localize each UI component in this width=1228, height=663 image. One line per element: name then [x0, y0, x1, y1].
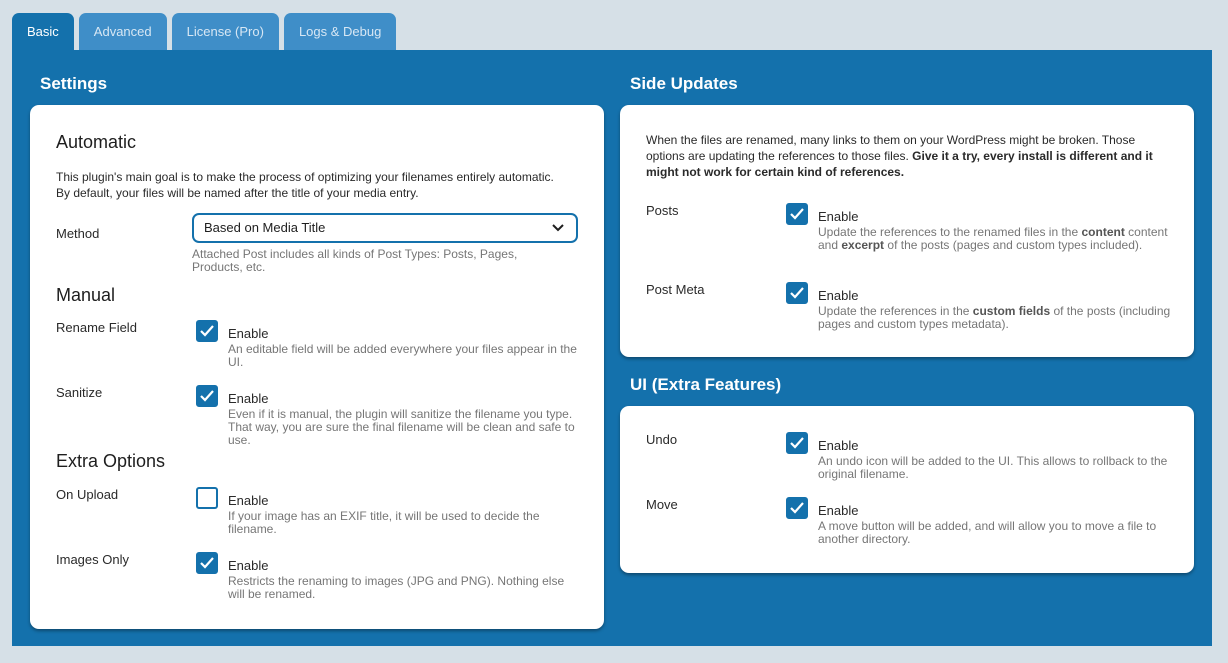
undo-help: An undo icon will be added to the UI. Th…	[818, 454, 1168, 481]
images-only-checkbox[interactable]	[196, 552, 218, 574]
method-select[interactable]: Based on Media Title	[192, 213, 578, 243]
move-enable-label[interactable]: Enable	[818, 503, 858, 518]
method-label: Method	[56, 226, 100, 241]
rename-field-enable-label[interactable]: Enable	[228, 326, 268, 341]
method-select-value: Based on Media Title	[204, 220, 326, 235]
tab-basic[interactable]: Basic	[12, 13, 74, 50]
settings-title: Settings	[40, 74, 108, 93]
side-updates-intro: When the files are renamed, many links t…	[646, 132, 1171, 180]
automatic-heading: Automatic	[56, 132, 137, 152]
check-icon	[200, 390, 214, 402]
post-meta-checkbox[interactable]	[786, 282, 808, 304]
check-icon	[790, 287, 804, 299]
ui-extra-card: Undo Enable An undo icon will be added t…	[620, 406, 1194, 573]
check-icon	[200, 325, 214, 337]
tab-logs-debug[interactable]: Logs & Debug	[283, 13, 397, 50]
sanitize-enable-label[interactable]: Enable	[228, 391, 268, 406]
post-meta-label: Post Meta	[646, 282, 705, 297]
on-upload-help: If your image has an EXIF title, it will…	[228, 509, 540, 536]
check-icon	[790, 208, 804, 220]
tab-bar: Basic Advanced License (Pro) Logs & Debu…	[12, 13, 397, 50]
undo-enable-label[interactable]: Enable	[818, 438, 858, 453]
sanitize-help: Even if it is manual, the plugin will sa…	[228, 407, 575, 447]
help-text: Update the references in the	[818, 304, 973, 318]
undo-checkbox[interactable]	[786, 432, 808, 454]
manual-heading: Manual	[56, 285, 116, 305]
sanitize-checkbox[interactable]	[196, 385, 218, 407]
help-bold: content	[1081, 225, 1125, 239]
side-updates-title: Side Updates	[630, 74, 738, 93]
check-icon	[790, 502, 804, 514]
help-text: of the posts (pages and custom types inc…	[884, 238, 1143, 252]
tab-license-pro[interactable]: License (Pro)	[171, 13, 279, 50]
posts-help: Update the references to the renamed fil…	[818, 226, 1174, 252]
extra-options-heading: Extra Options	[56, 451, 166, 471]
images-only-enable-label[interactable]: Enable	[228, 558, 268, 573]
on-upload-label: On Upload	[56, 487, 119, 502]
posts-checkbox[interactable]	[786, 203, 808, 225]
check-icon	[790, 437, 804, 449]
rename-field-label: Rename Field	[56, 320, 137, 335]
check-icon	[200, 557, 214, 569]
tab-advanced[interactable]: Advanced	[78, 13, 167, 50]
undo-label: Undo	[646, 432, 678, 447]
side-updates-card: When the files are renamed, many links t…	[620, 105, 1194, 357]
move-help: A move button will be added, and will al…	[818, 519, 1157, 546]
post-meta-enable-label[interactable]: Enable	[818, 288, 858, 303]
automatic-intro: This plugin's main goal is to make the p…	[56, 170, 554, 200]
ui-extra-title: UI (Extra Features)	[630, 375, 782, 394]
images-only-label: Images Only	[56, 552, 129, 567]
on-upload-enable-label[interactable]: Enable	[228, 493, 268, 508]
on-upload-checkbox[interactable]	[196, 487, 218, 509]
posts-enable-label[interactable]: Enable	[818, 209, 858, 224]
sanitize-label: Sanitize	[56, 385, 103, 400]
settings-card: Automatic This plugin's main goal is to …	[30, 105, 604, 629]
tab-panel: Settings Automatic This plugin's main go…	[12, 50, 1212, 646]
move-checkbox[interactable]	[786, 497, 808, 519]
method-help: Attached Post includes all kinds of Post…	[192, 247, 518, 274]
rename-field-checkbox[interactable]	[196, 320, 218, 342]
posts-label: Posts	[646, 203, 679, 218]
help-bold: excerpt	[841, 238, 885, 252]
move-label: Move	[646, 497, 678, 512]
chevron-down-icon	[552, 224, 564, 232]
help-text: Update the references to the renamed fil…	[818, 225, 1082, 239]
help-bold: custom fields	[972, 304, 1051, 318]
images-only-help: Restricts the renaming to images (JPG an…	[228, 574, 565, 601]
post-meta-help: Update the references in the custom fiel…	[818, 305, 1174, 331]
rename-field-help: An editable field will be added everywhe…	[228, 342, 577, 369]
